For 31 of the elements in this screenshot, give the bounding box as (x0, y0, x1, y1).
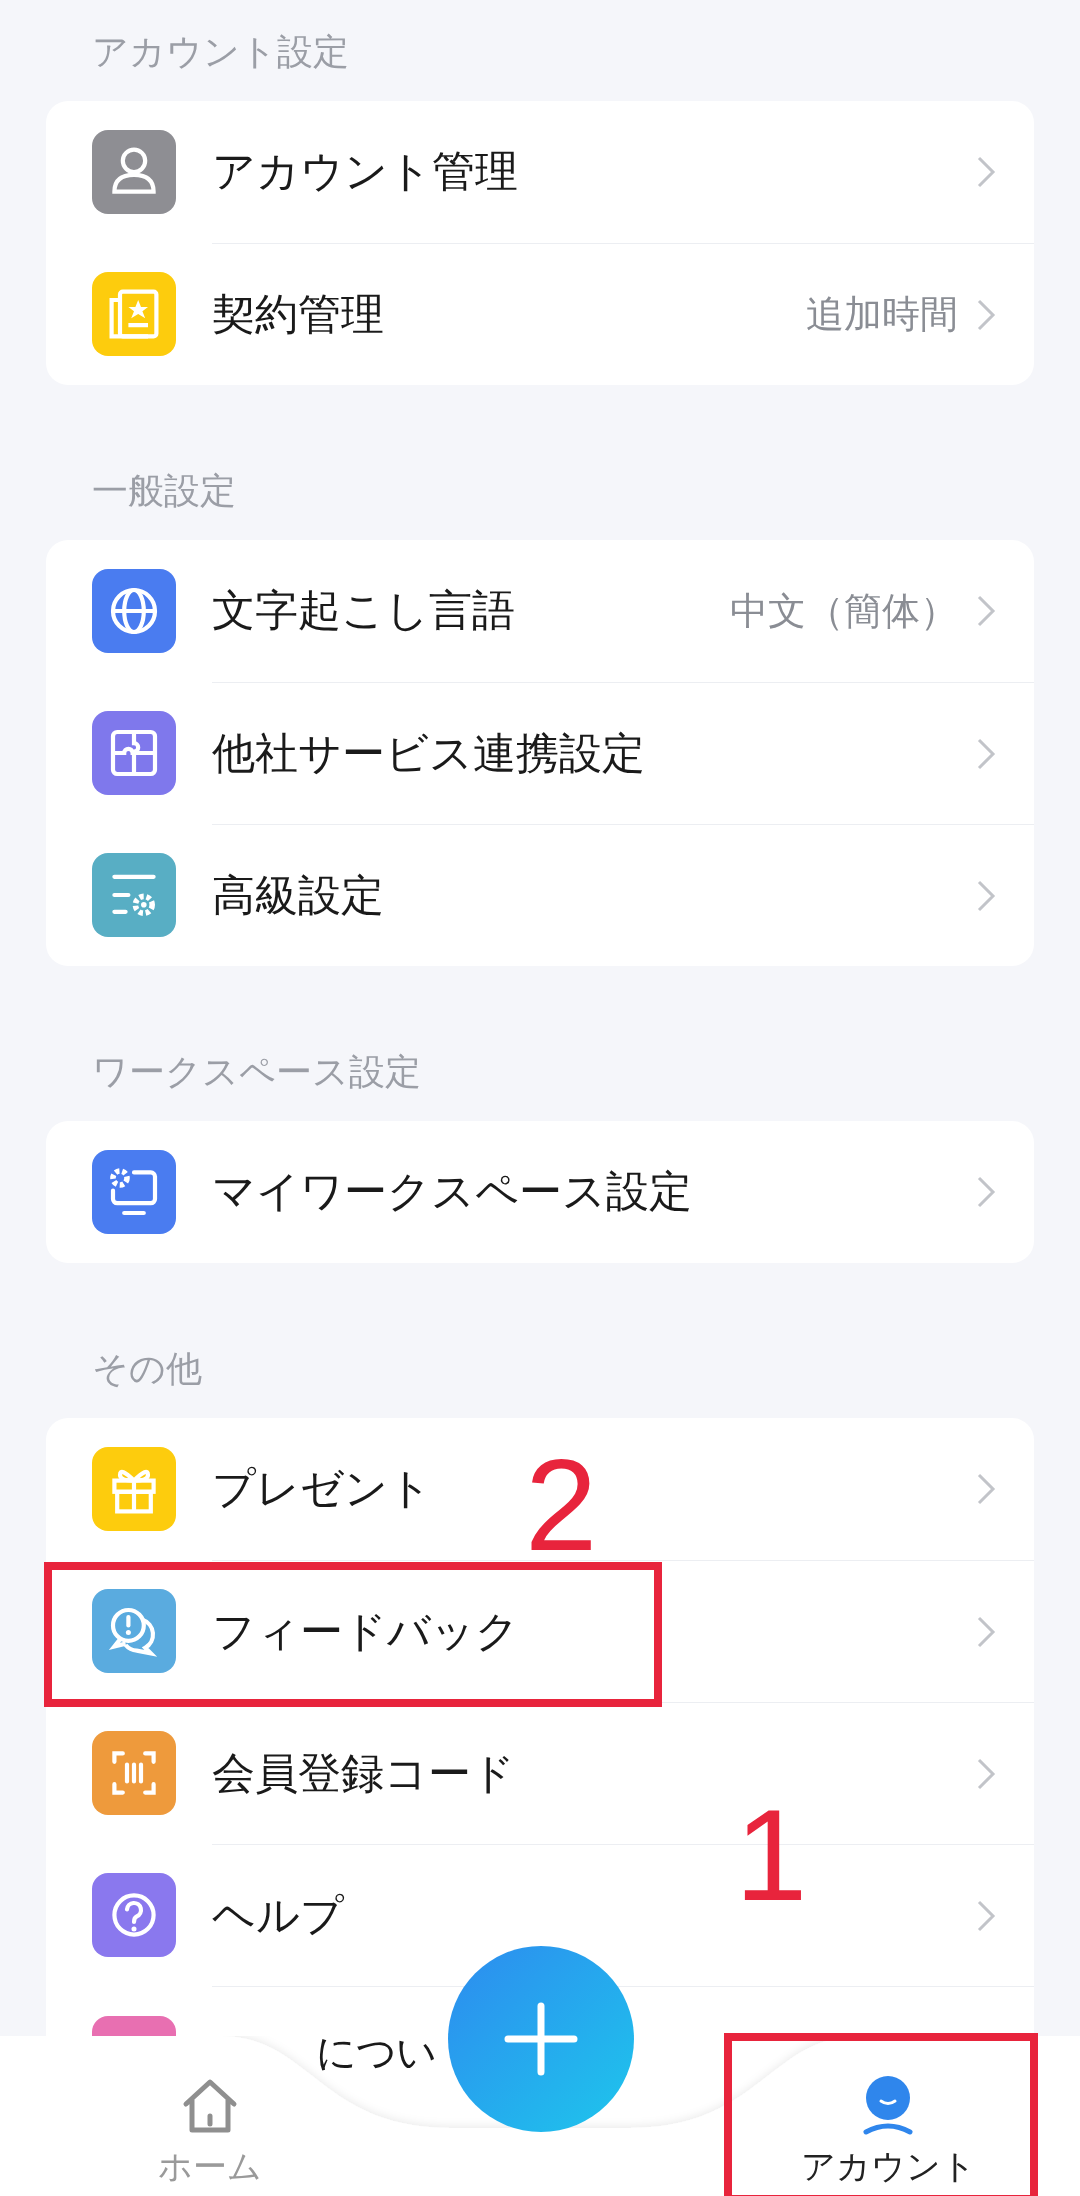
chevron-icon (976, 297, 996, 332)
section-header: 一般設定 (91, 469, 237, 513)
row-label[interactable]: 契約管理 (212, 285, 384, 344)
chevron-icon (976, 594, 996, 628)
chevron-icon (976, 1898, 996, 1933)
section-header: アカウント設定 (91, 30, 350, 74)
row-value: 追加時間 (806, 291, 958, 338)
tab[interactable]: アカウント (768, 2074, 1008, 2190)
row-label[interactable]: ヘルプ (212, 1886, 344, 1945)
row-label[interactable]: 会員登録コード (212, 1744, 515, 1803)
chevron-icon (976, 1175, 996, 1209)
chevron-icon (976, 1756, 996, 1791)
row-label[interactable]: マイワークスペース設定 (212, 1163, 692, 1221)
plus-icon (504, 2002, 578, 2076)
section-header: ワークスペース設定 (91, 1050, 422, 1094)
chevron-icon (976, 155, 996, 189)
row-label[interactable]: 高級設定 (212, 866, 384, 925)
row-label[interactable]: 他社サービス連携設定 (212, 724, 645, 783)
row-label[interactable]: 文字起こし言語 (212, 582, 515, 640)
step-number: 2 (525, 1440, 598, 1570)
step-number: 1 (735, 1790, 808, 1920)
chevron-icon (976, 736, 996, 771)
row-value: 中文（簡体） (730, 587, 958, 635)
chevron-icon (976, 878, 996, 913)
row-label[interactable]: につい (316, 2024, 436, 2080)
row-label[interactable]: プレゼント (212, 1460, 432, 1518)
section-header: その他 (91, 1347, 203, 1391)
chevron-icon (976, 1614, 996, 1649)
row-label[interactable]: フィードバック (212, 1602, 519, 1661)
row-label[interactable]: アカウント管理 (212, 143, 518, 201)
chevron-icon (976, 1472, 996, 1506)
